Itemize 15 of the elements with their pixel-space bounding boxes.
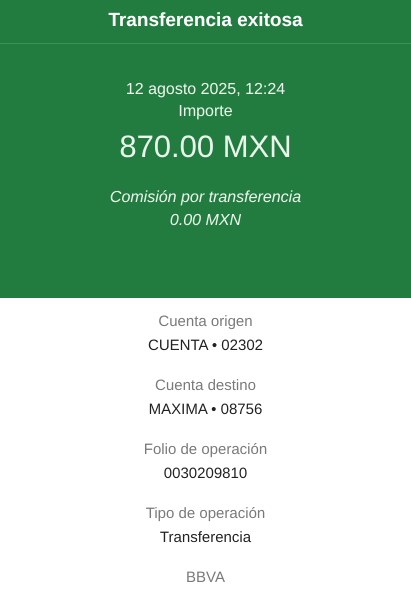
transfer-amount: 870.00 MXN <box>119 128 292 166</box>
detail-label: Cuenta destino <box>155 376 256 396</box>
transfer-date: 12 agosto 2025, 12:24 <box>126 80 286 100</box>
detail-value: MAXIMA • 08756 <box>148 400 262 420</box>
detail-value: Transferencia <box>160 528 252 548</box>
fee-label: Comisión por transferencia <box>110 188 302 208</box>
page-title: Transferencia exitosa <box>108 9 303 34</box>
detail-value: CUENTA • 02302 <box>148 336 264 356</box>
detail-label: Folio de operación <box>144 440 268 460</box>
fee-amount: 0.00 MXN <box>170 211 242 231</box>
bank-name: BBVA <box>186 568 225 588</box>
amount-label: Importe <box>178 102 233 122</box>
detail-label: Cuenta origen <box>158 312 253 332</box>
detail-label: Tipo de operación <box>146 504 266 524</box>
detail-value: 0030209810 <box>164 464 248 484</box>
